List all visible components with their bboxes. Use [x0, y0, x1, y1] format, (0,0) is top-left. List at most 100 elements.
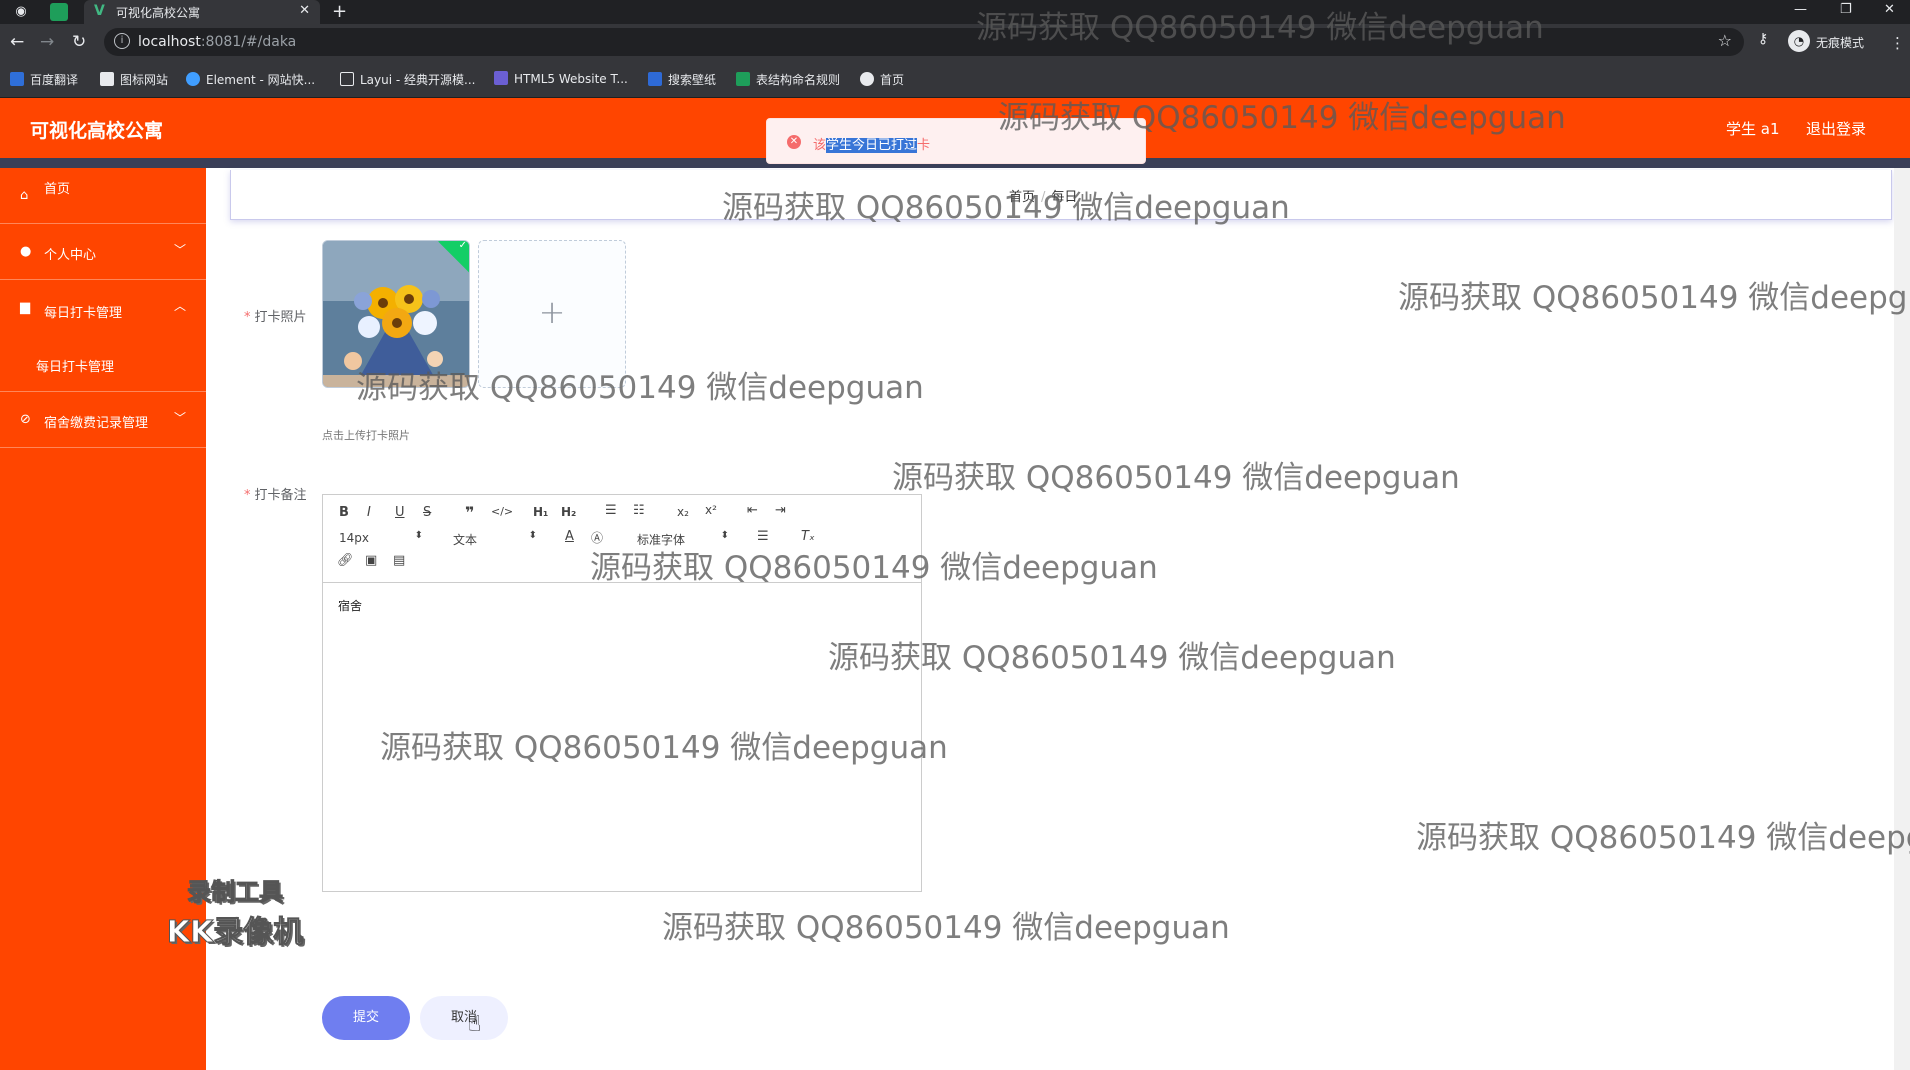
font-family-select[interactable]: 标准字体 ⬍ [637, 530, 729, 548]
toast-text-suffix: 卡 [917, 138, 931, 153]
browser-menu-icon[interactable]: ⋮ [1890, 34, 1905, 52]
underline-icon[interactable]: U [395, 505, 405, 520]
text-color-icon[interactable]: A [565, 529, 574, 544]
bookmark-label: 百度翻译 [30, 73, 79, 87]
toast-text-selected: 学生今日已打过 [826, 138, 918, 153]
font-size-value: 14px [339, 531, 369, 545]
sidebar-item-profile[interactable]: ● 个人中心 ﹀ [0, 224, 206, 280]
flag-icon [100, 72, 114, 86]
browser-tab-active[interactable]: V 可视化高校公寓 ✕ [84, 0, 320, 24]
key-icon[interactable]: ⚷ [1758, 31, 1768, 47]
superscript-icon[interactable]: x² [705, 503, 717, 517]
url-path: :8081/#/daka [200, 34, 297, 50]
toast-text-prefix: 该 [813, 138, 827, 153]
header-1-icon[interactable]: H₁ [533, 505, 548, 519]
video-icon[interactable]: ▤ [393, 553, 405, 568]
app-title: 可视化高校公寓 [30, 120, 164, 142]
pinned-tab-icon[interactable] [50, 3, 68, 21]
sidebar-item-label: 每日打卡管理 [44, 306, 123, 321]
bullet-list-icon[interactable]: ☷ [633, 503, 645, 518]
url-bar[interactable]: i localhost:8081/#/daka ☆ [104, 28, 1744, 56]
submit-button[interactable]: 提交 [322, 996, 410, 1040]
subscript-icon[interactable]: x₂ [677, 505, 689, 519]
chevron-down-icon: ﹀ [173, 411, 186, 425]
editor-content-text[interactable]: 宿舍 [338, 597, 362, 614]
blockquote-icon[interactable]: ❞ [465, 503, 474, 522]
breadcrumb-home[interactable]: 首页 [1009, 190, 1035, 205]
info-icon[interactable]: i [114, 33, 130, 49]
sidebar-item-dorm-fee[interactable]: ⊘ 宿舍缴费记录管理 ﹀ [0, 392, 206, 448]
block-format-select[interactable]: 文本 ⬍ [453, 530, 537, 548]
bookmark-label: 图标网站 [120, 73, 169, 87]
align-icon[interactable]: ☰ [757, 529, 769, 544]
bookmark-item[interactable]: Layui - 经典开源模... [340, 71, 475, 88]
plus-icon: + [538, 293, 566, 331]
circle-slash-icon: ⊘ [20, 412, 31, 427]
close-tab-icon[interactable]: ✕ [299, 3, 310, 18]
address-toolbar: ← → ↻ i localhost:8081/#/daka ☆ [0, 24, 1910, 60]
label-text: 打卡备注 [254, 488, 307, 503]
select-caret-icon: ⬍ [720, 530, 729, 541]
bookmark-item[interactable]: 百度翻译 [10, 71, 78, 88]
minimize-icon[interactable]: — [1794, 2, 1807, 17]
strikethrough-icon[interactable]: S [423, 505, 431, 520]
sheet-icon [736, 72, 750, 86]
sidebar-item-home[interactable]: ⌂ 首页 [0, 168, 206, 224]
bookmark-label: 搜索壁纸 [668, 73, 717, 87]
incognito-indicator[interactable]: ◔ 无痕模式 [1788, 30, 1888, 54]
watermark: 源码获取 QQ86050149 微信deepguan [662, 910, 1230, 946]
user-icon: ● [20, 244, 32, 259]
restore-icon[interactable]: ❐ [1840, 2, 1852, 17]
upload-tip: 点击上传打卡照片 [322, 429, 410, 442]
bookmark-item[interactable]: 图标网站 [100, 71, 168, 88]
bookmark-label: HTML5 Website T... [514, 72, 628, 86]
browser-tab-strip: ◉ V 可视化高校公寓 ✕ + — ❐ ✕ [0, 0, 1910, 24]
element-icon [186, 72, 200, 86]
logout-link[interactable]: 退出登录 [1806, 118, 1866, 139]
bookmark-item[interactable]: 首页 [860, 71, 904, 88]
url-text[interactable]: localhost:8081/#/daka [138, 34, 296, 50]
back-icon[interactable]: ← [10, 32, 24, 52]
indent-icon[interactable]: ⇥ [775, 503, 786, 518]
sidebar-item-checkin[interactable]: ▆ 每日打卡管理 ︿ [0, 280, 206, 336]
link-icon[interactable]: 🔗︎ [337, 553, 354, 568]
breadcrumb: 首页 / 每日 [230, 170, 1892, 220]
image-icon[interactable]: ▣ [365, 553, 377, 568]
font-size-select[interactable]: 14px ⬍ [339, 530, 423, 545]
outdent-icon[interactable]: ⇤ [747, 503, 758, 518]
scrollbar[interactable] [1894, 168, 1910, 1070]
cancel-button[interactable]: 取消 [420, 996, 508, 1040]
sidebar-subitem-checkin[interactable]: 每日打卡管理 [0, 338, 206, 392]
upload-add-button[interactable]: + [478, 240, 626, 388]
ordered-list-icon[interactable]: ☰ [605, 503, 617, 518]
header-2-icon[interactable]: H₂ [561, 505, 576, 519]
wallpaper-icon [648, 72, 662, 86]
editor-content-area[interactable]: 宿舍 [323, 583, 921, 891]
check-icon: ✓ [458, 240, 467, 252]
clear-format-icon[interactable]: Tₓ [801, 529, 815, 544]
italic-icon[interactable]: I [367, 505, 371, 520]
breadcrumb-current: 每日 [1051, 190, 1078, 205]
tab-title: 可视化高校公寓 [116, 6, 201, 20]
bookmark-item[interactable]: 表结构命名规则 [736, 71, 840, 88]
incognito-icon: ◔ [1788, 30, 1810, 52]
bold-icon[interactable]: B [339, 505, 349, 520]
bookmark-star-icon[interactable]: ☆ [1718, 31, 1732, 50]
background-color-icon[interactable]: Ⓐ [591, 529, 603, 546]
new-tab-button[interactable]: + [332, 1, 347, 22]
code-block-icon[interactable]: </> [491, 505, 513, 518]
bookmark-item[interactable]: Element - 网站快... [186, 71, 315, 88]
reload-icon[interactable]: ↻ [72, 32, 86, 52]
window-close-icon[interactable]: ✕ [1884, 2, 1895, 17]
bookmark-item[interactable]: 搜索壁纸 [648, 71, 716, 88]
forward-icon[interactable]: → [40, 32, 54, 52]
chevron-down-icon: ﹀ [173, 243, 186, 257]
error-toast: ✕ 该学生今日已打过卡 [766, 118, 1146, 164]
bookmark-item[interactable]: HTML5 Website T... [494, 71, 628, 86]
bookmark-label: 表结构命名规则 [756, 73, 841, 87]
bookmark-label: Element - 网站快... [206, 73, 316, 87]
globe-icon[interactable]: ◉ [12, 3, 30, 21]
error-circle-icon: ✕ [787, 135, 801, 149]
layui-icon [340, 72, 354, 86]
uploaded-photo-thumbnail[interactable]: ✓ [322, 240, 470, 388]
